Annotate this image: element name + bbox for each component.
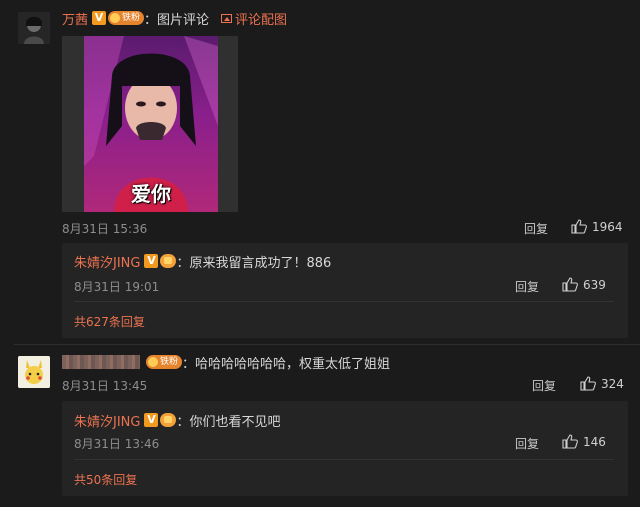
thumbs-up-icon	[562, 277, 578, 292]
username-blurred[interactable]	[62, 355, 140, 369]
image-caption: 爱你	[131, 182, 171, 206]
comment-date: 8月31日 15:36	[62, 222, 148, 236]
reply-text: ：你们也看不见吧	[176, 414, 281, 430]
divider	[74, 459, 614, 460]
reply-username[interactable]: 朱婧汐JING	[74, 411, 140, 430]
divider	[14, 344, 640, 345]
avatar[interactable]	[18, 356, 50, 388]
comment-header: 铁粉 ：哈哈哈哈哈哈哈，权重太低了姐姐	[62, 354, 391, 372]
comment-date: 8月31日 13:45	[62, 379, 148, 393]
reply-button[interactable]: 回复	[515, 278, 539, 295]
comment-text: ：图片评论	[144, 12, 210, 28]
thumbs-up-icon	[580, 376, 596, 391]
thumbs-up-icon	[571, 219, 587, 234]
like-count: 146	[583, 434, 606, 449]
like-button[interactable]: 1964	[571, 219, 623, 234]
crown-icon	[160, 413, 177, 427]
like-button[interactable]: 146	[562, 434, 606, 449]
reply-date: 8月31日 13:46	[74, 437, 160, 451]
fan-badge: 铁粉	[146, 355, 183, 369]
view-picture-link[interactable]: 评论配图	[221, 9, 287, 28]
like-button[interactable]: 639	[562, 277, 606, 292]
image-photo: 爱你	[84, 36, 218, 212]
avatar[interactable]	[18, 12, 50, 44]
crown-icon	[160, 254, 177, 268]
comment-text: ：哈哈哈哈哈哈哈，权重太低了姐姐	[182, 356, 391, 372]
verified-icon: V	[144, 413, 159, 427]
reply-button[interactable]: 回复	[515, 435, 539, 452]
comment-header: 万茜 V 铁粉 ：图片评论 评论配图	[62, 9, 287, 28]
verified-icon: V	[144, 254, 159, 268]
divider	[74, 301, 614, 302]
reply-button[interactable]: 回复	[524, 220, 548, 237]
reply-item: 朱婧汐JING V ：你们也看不见吧	[74, 411, 281, 430]
username[interactable]: 万茜	[62, 9, 88, 28]
comment-image[interactable]: 爱你	[62, 36, 238, 212]
more-replies-link[interactable]: 共627条回复	[74, 313, 145, 330]
reply-item: 朱婧汐JING V ：原来我留言成功了！886	[74, 252, 332, 271]
like-count: 1964	[592, 219, 623, 234]
like-count: 639	[583, 277, 606, 292]
more-replies-link[interactable]: 共50条回复	[74, 471, 137, 488]
reply-date: 8月31日 19:01	[74, 280, 160, 294]
thumbs-up-icon	[562, 434, 578, 449]
fan-badge: 铁粉	[108, 11, 145, 25]
like-count: 324	[601, 376, 624, 391]
picture-icon	[221, 13, 233, 23]
reply-username[interactable]: 朱婧汐JING	[74, 252, 140, 271]
reply-text: ：原来我留言成功了！886	[176, 255, 332, 271]
like-button[interactable]: 324	[580, 376, 624, 391]
verified-icon: V	[92, 11, 107, 25]
view-picture-label: 评论配图	[235, 12, 288, 28]
reply-button[interactable]: 回复	[532, 377, 556, 394]
